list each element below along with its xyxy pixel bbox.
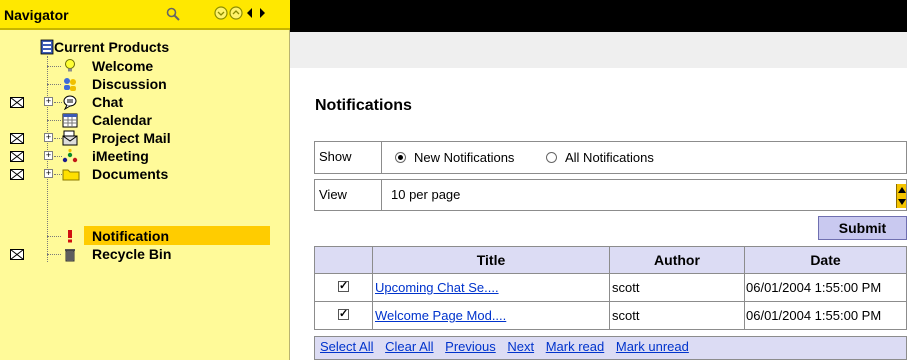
view-select-row: View 10 per page bbox=[314, 179, 907, 211]
title-cell: Upcoming Chat Se.... bbox=[372, 273, 610, 302]
chat-icon bbox=[62, 94, 78, 111]
meeting-icon bbox=[62, 148, 78, 164]
expand-toggle[interactable]: + bbox=[44, 169, 53, 178]
mail-envelope-icon bbox=[10, 248, 24, 260]
author-cell: scott bbox=[609, 273, 745, 302]
select-all-link[interactable]: Select All bbox=[320, 339, 373, 354]
next-link[interactable]: Next bbox=[507, 339, 534, 354]
expand-toggle[interactable]: + bbox=[44, 151, 53, 160]
tree-item-documents[interactable]: + Documents bbox=[0, 165, 290, 183]
lightbulb-icon bbox=[62, 58, 78, 74]
folder-icon bbox=[62, 166, 80, 182]
navigator-header: Navigator bbox=[0, 0, 290, 30]
row-checkbox[interactable] bbox=[338, 307, 349, 320]
project-mail-icon bbox=[62, 130, 78, 146]
mark-unread-link[interactable]: Mark unread bbox=[616, 339, 689, 354]
tree-item-project-mail[interactable]: + Project Mail bbox=[0, 129, 290, 147]
notification-title-link[interactable]: Upcoming Chat Se.... bbox=[375, 280, 499, 295]
toolbar-strip bbox=[290, 32, 907, 68]
table-action-links: Select All Clear All Previous Next Mark … bbox=[320, 339, 697, 354]
tree-item-imeeting[interactable]: + iMeeting bbox=[0, 147, 290, 165]
tree-item-label: Chat bbox=[92, 94, 124, 110]
column-header-date[interactable]: Date bbox=[744, 246, 907, 274]
mail-envelope-icon bbox=[10, 132, 24, 144]
row-checkbox[interactable] bbox=[338, 279, 349, 292]
tree-item-notification[interactable]: Notification bbox=[0, 227, 290, 245]
mail-envelope-icon bbox=[10, 96, 24, 108]
tree-item-welcome[interactable]: Welcome bbox=[0, 57, 290, 75]
tree-root-label: Current Products bbox=[54, 39, 170, 55]
navigator-title: Navigator bbox=[4, 7, 69, 23]
tree-item-recycle-bin[interactable]: Recycle Bin bbox=[0, 245, 290, 263]
previous-link[interactable]: Previous bbox=[445, 339, 496, 354]
column-header-author[interactable]: Author bbox=[609, 246, 745, 274]
tree-item-label: iMeeting bbox=[92, 148, 149, 164]
tree-item-label: Welcome bbox=[92, 58, 154, 74]
date-cell: 06/01/2004 1:55:00 PM bbox=[744, 301, 907, 330]
discussion-icon bbox=[62, 76, 78, 92]
left-right-arrows-icon[interactable] bbox=[245, 6, 267, 20]
radio-all-notifications[interactable]: All Notifications bbox=[546, 150, 654, 165]
tree-item-label: Calendar bbox=[92, 112, 152, 128]
radio-button[interactable] bbox=[546, 152, 557, 163]
page-title: Notifications bbox=[315, 97, 412, 114]
date-cell: 06/01/2004 1:55:00 PM bbox=[744, 273, 907, 302]
dropdown-arrow-icon[interactable] bbox=[896, 184, 906, 208]
tree-item-label: Documents bbox=[92, 166, 169, 182]
tree-item-calendar[interactable]: Calendar bbox=[0, 111, 290, 129]
column-header-title[interactable]: Title bbox=[372, 246, 610, 274]
view-label: View bbox=[315, 180, 382, 210]
clear-all-link[interactable]: Clear All bbox=[385, 339, 433, 354]
view-select-value[interactable]: 10 per page bbox=[391, 187, 460, 202]
expand-all-icon[interactable] bbox=[229, 6, 243, 20]
radio-label: All Notifications bbox=[565, 150, 654, 165]
tree-item-chat[interactable]: + Chat bbox=[0, 93, 290, 111]
notification-title-link[interactable]: Welcome Page Mod.... bbox=[375, 308, 506, 323]
radio-new-notifications[interactable]: New Notifications bbox=[395, 150, 514, 165]
table-row: Upcoming Chat Se.... scott 06/01/2004 1:… bbox=[314, 273, 907, 302]
mark-read-link[interactable]: Mark read bbox=[546, 339, 605, 354]
expand-toggle[interactable]: + bbox=[44, 133, 53, 142]
table-header-row: Title Author Date bbox=[314, 246, 907, 274]
submit-button[interactable]: Submit bbox=[818, 216, 907, 240]
exclamation-icon bbox=[62, 228, 78, 244]
calendar-icon bbox=[62, 112, 78, 128]
search-icon[interactable] bbox=[165, 6, 181, 22]
trash-icon bbox=[62, 246, 78, 262]
tree-item-label: Project Mail bbox=[92, 130, 171, 146]
notifications-table: Title Author Date Upcoming Chat Se.... s… bbox=[314, 246, 907, 330]
radio-label: New Notifications bbox=[414, 150, 515, 165]
author-cell: scott bbox=[609, 301, 745, 330]
checkbox-column-header bbox=[314, 246, 373, 274]
show-label: Show bbox=[315, 142, 382, 173]
tree-root-current-products[interactable]: Current Products bbox=[0, 38, 290, 56]
expand-toggle[interactable]: + bbox=[44, 97, 53, 106]
mail-envelope-icon bbox=[10, 168, 24, 180]
row-checkbox-cell bbox=[314, 273, 373, 302]
radio-button-selected[interactable] bbox=[395, 152, 406, 163]
tree-item-label: Recycle Bin bbox=[92, 246, 172, 262]
top-black-bar bbox=[290, 0, 907, 32]
row-checkbox-cell bbox=[314, 301, 373, 330]
tree-item-discussion[interactable]: Discussion bbox=[0, 75, 290, 93]
mail-envelope-icon bbox=[10, 150, 24, 162]
show-filter-row: Show New Notifications All Notifications bbox=[314, 141, 907, 174]
navigator-panel: Navigator Current Products Welcome Discu… bbox=[0, 0, 290, 360]
title-cell: Welcome Page Mod.... bbox=[372, 301, 610, 330]
collapse-all-icon[interactable] bbox=[214, 6, 228, 20]
table-row: Welcome Page Mod.... scott 06/01/2004 1:… bbox=[314, 301, 907, 330]
tree-item-label: Discussion bbox=[92, 76, 167, 92]
tree-item-label: Notification bbox=[84, 228, 173, 245]
